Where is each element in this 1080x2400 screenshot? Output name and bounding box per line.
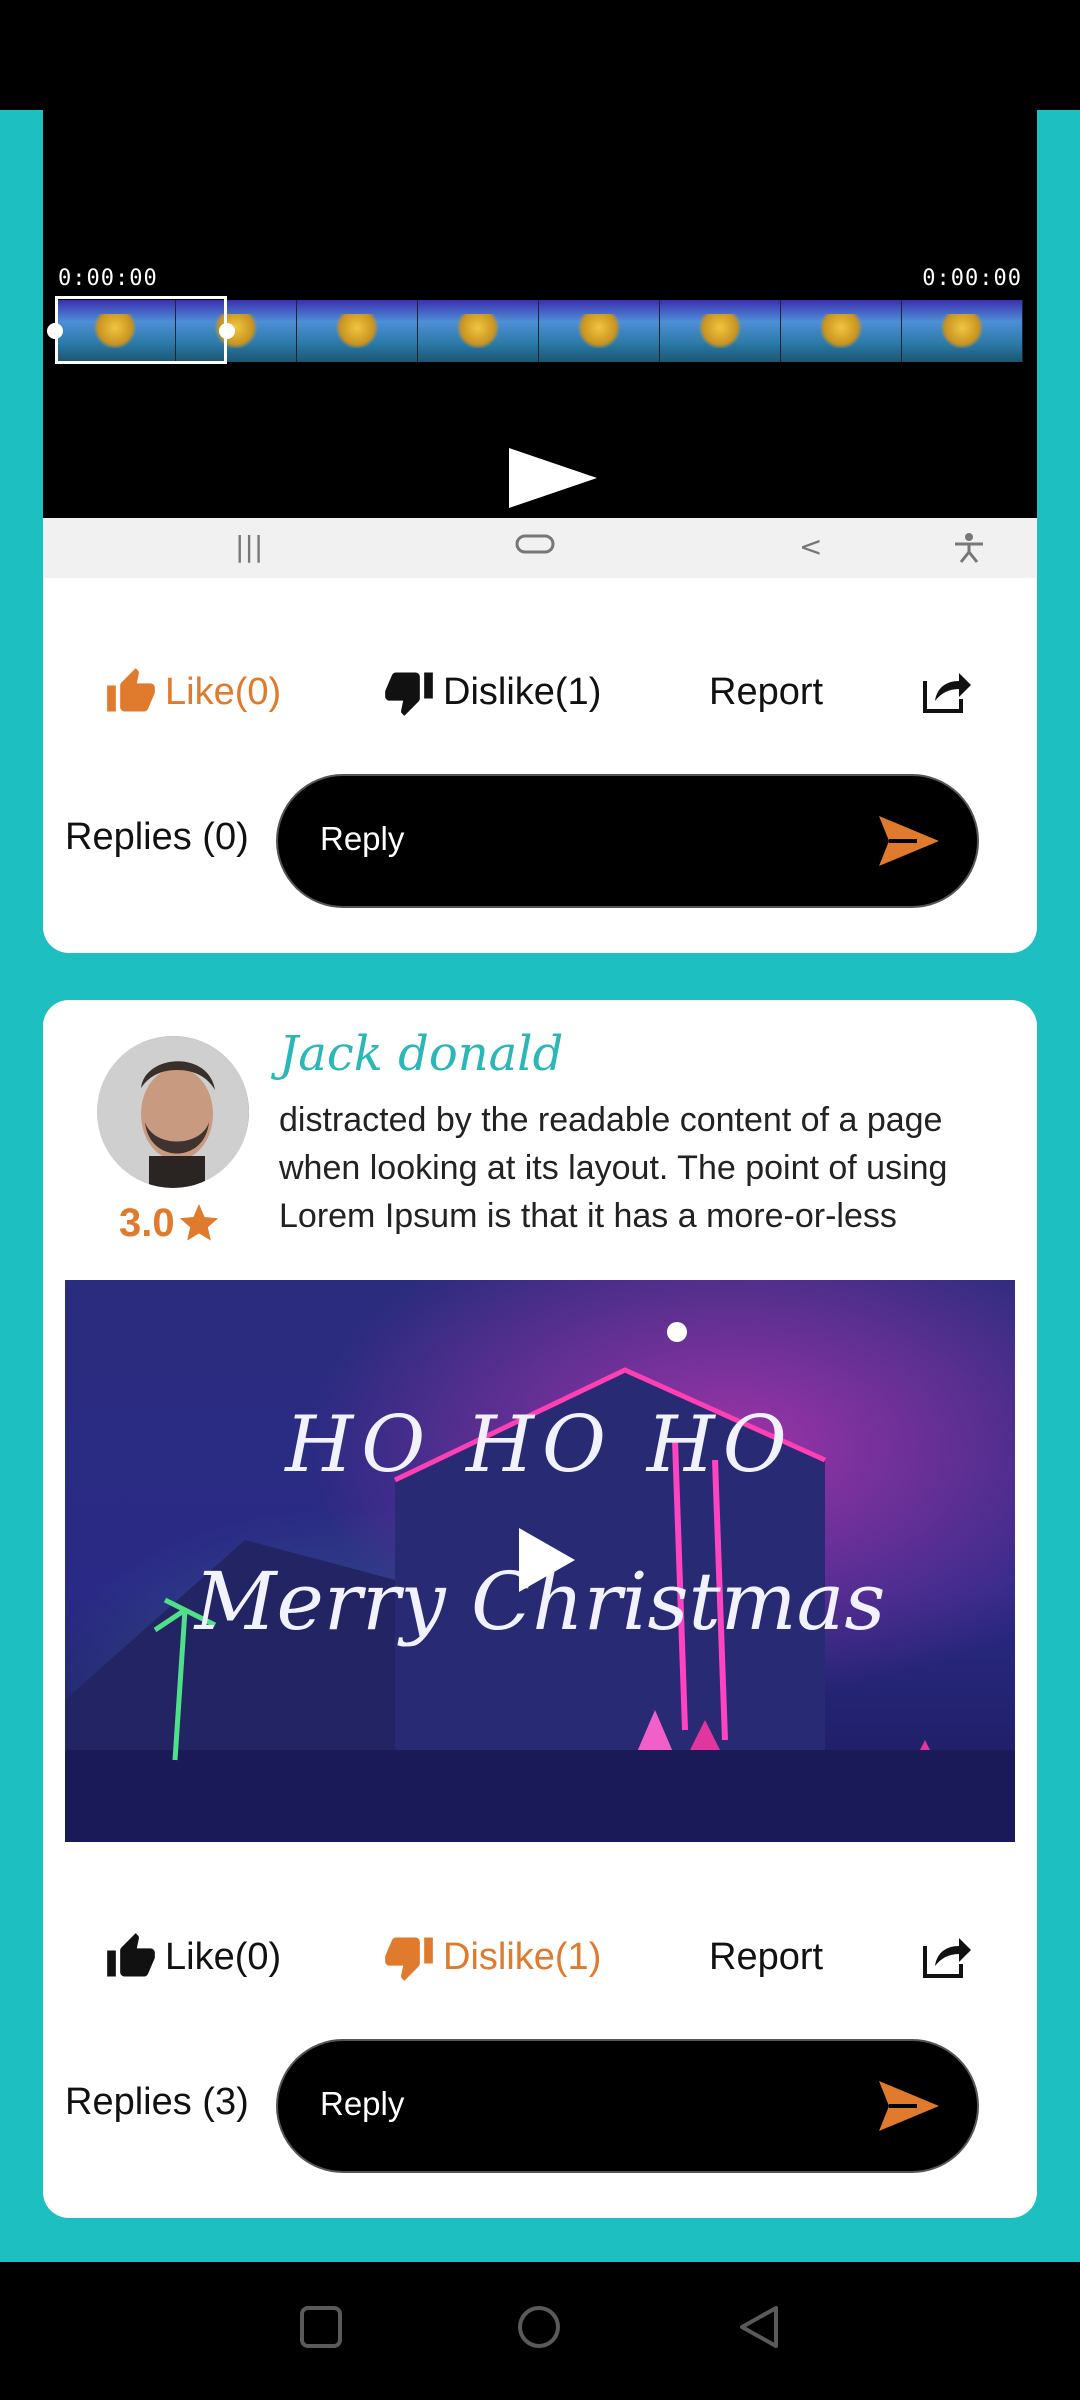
play-icon[interactable] <box>509 448 597 508</box>
thumbs-up-icon <box>107 668 155 712</box>
thumbs-down-icon <box>385 1937 433 1981</box>
post-card-1: 0:00:00 0:00:00 ||| < Like(0) Dislike(1)… <box>43 60 1037 953</box>
star-icon <box>179 1203 218 1241</box>
share-icon <box>923 673 971 713</box>
like-label: Like(0) <box>165 670 282 713</box>
time-end: 0:00:00 <box>922 266 1022 291</box>
send-icon[interactable] <box>877 814 941 868</box>
username[interactable]: Jack donald <box>279 1026 563 1082</box>
post-actions: Like(0) Dislike(1) Report <box>43 1922 1037 1992</box>
video-thumbnail[interactable]: HO HO HO Merry Christmas <box>65 1280 1015 1842</box>
home-button-icon[interactable] <box>514 2302 564 2352</box>
dislike-button[interactable]: Dislike(1) <box>383 657 601 727</box>
play-icon[interactable] <box>519 1528 575 1592</box>
report-button[interactable]: Report <box>709 657 823 727</box>
accessibility-icon <box>951 532 987 570</box>
like-button[interactable]: Like(0) <box>105 657 281 727</box>
reply-input[interactable]: Reply <box>276 774 979 908</box>
film-frame <box>297 300 418 362</box>
embedded-nav-strip: ||| < <box>43 518 1037 578</box>
post-actions: Like(0) Dislike(1) Report <box>43 657 1037 727</box>
film-frame <box>418 300 539 362</box>
video-title-line-1: HO HO HO <box>285 1400 795 1490</box>
film-frame <box>539 300 660 362</box>
reply-input[interactable]: Reply <box>276 2039 979 2173</box>
dislike-label: Dislike(1) <box>443 1935 602 1978</box>
dislike-label: Dislike(1) <box>443 670 602 713</box>
trim-selection-box[interactable] <box>55 296 227 364</box>
film-frame <box>660 300 781 362</box>
report-label: Report <box>709 1935 824 1978</box>
replies-count[interactable]: Replies (0) <box>65 816 249 859</box>
video-trim-player[interactable]: 0:00:00 0:00:00 <box>43 60 1037 518</box>
reply-placeholder: Reply <box>320 820 405 857</box>
share-icon <box>923 1938 971 1978</box>
system-nav-bar <box>0 2262 1080 2400</box>
rating-value: 3.0 <box>119 1200 175 1245</box>
back-button-icon[interactable] <box>734 2302 784 2352</box>
film-frame <box>902 300 1023 362</box>
post-card-2: 3.0 Jack donald distracted by the readab… <box>43 1000 1037 2218</box>
recents-button-icon[interactable] <box>296 2302 346 2352</box>
comment-text: distracted by the readable content of a … <box>279 1101 948 1234</box>
recents-icon: ||| <box>235 530 264 563</box>
time-start: 0:00:00 <box>58 266 158 291</box>
share-button[interactable] <box>921 657 981 727</box>
avatar[interactable] <box>97 1036 249 1188</box>
reply-row: Replies (3) Reply <box>43 2039 1037 2173</box>
reply-placeholder: Reply <box>320 2085 405 2122</box>
like-label: Like(0) <box>165 1935 282 1978</box>
replies-count[interactable]: Replies (3) <box>65 2081 249 2124</box>
send-icon[interactable] <box>877 2079 941 2133</box>
trim-start-handle[interactable] <box>47 323 63 339</box>
report-button[interactable]: Report <box>709 1922 823 1992</box>
trim-end-handle[interactable] <box>219 323 235 339</box>
thumbs-up-icon <box>107 1933 155 1977</box>
home-pill-icon <box>515 532 555 562</box>
dislike-button[interactable]: Dislike(1) <box>383 1922 601 1992</box>
back-icon: < <box>799 530 823 563</box>
like-button[interactable]: Like(0) <box>105 1922 281 1992</box>
reply-row: Replies (0) Reply <box>43 774 1037 908</box>
user-rating: 3.0 <box>119 1200 223 1246</box>
share-button[interactable] <box>921 1922 981 1992</box>
report-label: Report <box>709 670 824 713</box>
thumbs-down-icon <box>385 672 433 716</box>
film-frame <box>781 300 902 362</box>
